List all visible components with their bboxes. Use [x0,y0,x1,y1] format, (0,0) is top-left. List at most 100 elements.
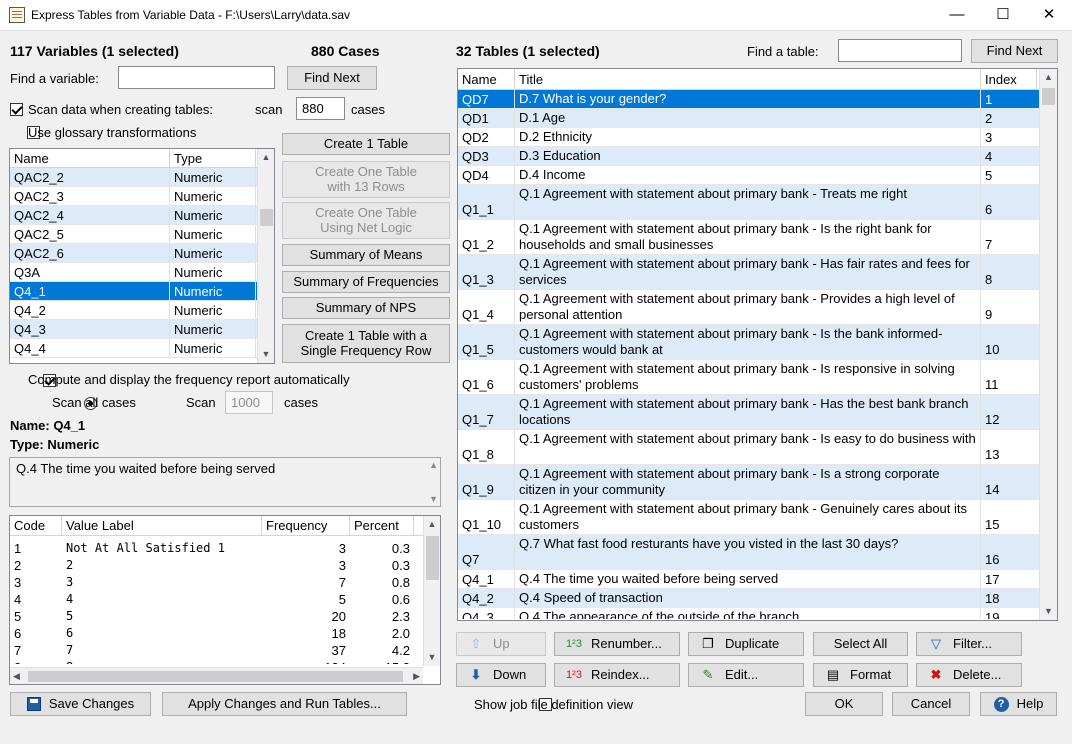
table-index-cell: 12 [985,412,1000,427]
table-row[interactable]: Q1_10 Q.1 Agreement with statement about … [458,500,1057,535]
table-name-cell: Q1_3 [458,255,515,289]
scroll-up-icon[interactable]: ▲ [258,149,274,166]
table-row[interactable]: Q4_2 Q.4 Speed of transaction 18 [458,589,1057,608]
freq-scroll-down-icon[interactable]: ▼ [424,649,440,666]
show-job-label: Show job file definition view [474,697,633,712]
table-row[interactable]: Q1_6 Q.1 Agreement with statement about p… [458,360,1057,395]
variable-list-scrollbar[interactable]: ▲ ▼ [257,149,274,363]
renumber-button[interactable]: 1²3 Renumber... [554,632,680,656]
scroll-thumb[interactable] [260,209,273,226]
tables-scroll-down-icon[interactable]: ▼ [1040,603,1057,620]
table-row[interactable]: QD1 D.1 Age 2 [458,109,1057,128]
tables-col-title[interactable]: Title [515,69,981,89]
description-scroll-down-icon[interactable]: ▼ [429,494,438,504]
maximize-button[interactable]: ☐ [980,0,1026,31]
up-label: Up [493,635,510,651]
table-name-cell: QD4 [458,166,515,184]
variable-row[interactable]: Q4_3 Numeric [10,320,274,339]
freq-scroll-left-icon[interactable]: ◀ [13,671,20,682]
save-changes-button[interactable]: Save Changes [10,692,151,716]
table-row[interactable]: Q1_5 Q.1 Agreement with statement about p… [458,325,1057,360]
frequency-report[interactable]: Code Value Label Frequency Percent 1 Not … [9,515,441,685]
freq-hscroll-thumb[interactable] [28,671,403,682]
table-row[interactable]: Q4_3 Q.4 The appearance of the outside of… [458,608,1057,619]
freq-code-cell: 1 [14,541,22,556]
find-table-input[interactable] [838,39,962,62]
scan-count-input[interactable] [296,97,345,120]
minimize-button[interactable]: — [934,0,980,31]
summary-frequencies-button[interactable]: Summary of Frequencies [282,271,450,293]
create-one-table-net-button[interactable]: Create One Table Using Net Logic [282,202,450,239]
table-row[interactable]: QD7 D.7 What is your gender? 1 [458,90,1057,109]
variable-list[interactable]: Name Type QAC2_2 Numeric QAC2_3 Numeric QAC2… [9,148,275,364]
find-variable-input[interactable] [118,66,275,89]
table-row[interactable]: QD2 D.2 Ethnicity 3 [458,128,1057,147]
scroll-down-icon[interactable]: ▼ [258,346,274,363]
description-scroll-up-icon[interactable]: ▲ [429,460,438,470]
freq-scroll-up-icon[interactable]: ▲ [424,516,440,533]
single-frequency-row-button[interactable]: Create 1 Table with a Single Frequency R… [282,324,450,363]
table-row[interactable]: Q7 Q.7 What fast food resturants have you… [458,535,1057,570]
column-header-type[interactable]: Type [170,149,256,167]
delete-button[interactable]: ✖ Delete... [916,663,1022,687]
table-row[interactable]: Q1_8 Q.1 Agreement with statement about p… [458,430,1057,465]
table-row[interactable]: Q1_9 Q.1 Agreement with statement about p… [458,465,1057,500]
variable-row[interactable]: QAC2_3 Numeric [10,187,274,206]
freq-col-percent[interactable]: Percent [350,516,414,535]
freq-col-label[interactable]: Value Label [62,516,262,535]
down-button[interactable]: ⬇ Down [456,663,546,687]
variable-name-cell: Q4_3 [10,320,170,338]
freq-scroll-right-icon[interactable]: ▶ [413,671,420,682]
ok-button[interactable]: OK [805,692,883,716]
table-row[interactable]: Q1_1 Q.1 Agreement with statement about p… [458,185,1057,220]
edit-button[interactable]: ✎ Edit... [688,663,804,687]
summary-means-button[interactable]: Summary of Means [282,244,450,266]
table-row[interactable]: Q1_4 Q.1 Agreement with statement about p… [458,290,1057,325]
help-button[interactable]: ? Help [980,692,1057,716]
up-button[interactable]: ⇧ Up [456,632,546,656]
table-row[interactable]: QD4 D.4 Income 5 [458,166,1057,185]
find-variable-next-button[interactable]: Find Next [287,66,377,90]
variable-row[interactable]: Q4_1 Numeric [10,282,274,301]
variable-row[interactable]: QAC2_6 Numeric [10,244,274,263]
variable-row[interactable]: Q3A Numeric [10,263,274,282]
tables-list-scrollbar[interactable]: ▲ ▼ [1039,69,1057,620]
summary-nps-button[interactable]: Summary of NPS [282,297,450,319]
tables-scroll-thumb[interactable] [1042,88,1055,105]
table-row[interactable]: Q1_7 Q.1 Agreement with statement about p… [458,395,1057,430]
tables-col-name[interactable]: Name [458,69,515,89]
freq-col-frequency[interactable]: Frequency [262,516,350,535]
frequency-report-scrollbar[interactable]: ▲ ▼ [423,516,440,666]
variable-row[interactable]: Q4_2 Numeric [10,301,274,320]
table-row[interactable]: QD3 D.3 Education 4 [458,147,1057,166]
table-row[interactable]: Q1_3 Q.1 Agreement with statement about p… [458,255,1057,290]
reindex-button[interactable]: 1²3 Reindex... [554,663,680,687]
apply-run-button[interactable]: Apply Changes and Run Tables... [162,692,407,716]
table-row[interactable]: Q4_1 Q.4 The time you waited before being… [458,570,1057,589]
scan-n-input[interactable] [225,391,273,414]
duplicate-button[interactable]: ❐ Duplicate [688,632,804,656]
column-header-name[interactable]: Name [10,149,170,167]
create-table-button[interactable]: Create 1 Table [282,133,450,155]
table-row[interactable]: Q1_2 Q.1 Agreement with statement about p… [458,220,1057,255]
create-one-table-rows-button[interactable]: Create One Table with 13 Rows [282,161,450,198]
variable-description-box[interactable]: Q.4 The time you waited before being ser… [9,457,441,507]
scan-data-checkbox[interactable] [10,103,23,116]
variable-row[interactable]: Q4_4 Numeric [10,339,274,358]
freq-label-cell: 2 [66,558,74,572]
variable-row[interactable]: QAC2_2 Numeric [10,168,274,187]
freq-col-code[interactable]: Code [10,516,62,535]
frequency-report-hscrollbar[interactable]: ◀ ▶ [10,667,423,684]
find-table-next-button[interactable]: Find Next [971,39,1058,63]
tables-list[interactable]: Name Title Index QD7 D.7 What is your gen… [457,68,1058,621]
filter-button[interactable]: ▽ Filter... [916,632,1022,656]
variable-row[interactable]: QAC2_5 Numeric [10,225,274,244]
tables-scroll-up-icon[interactable]: ▲ [1040,69,1057,86]
format-button[interactable]: ▤ Format [813,663,908,687]
freq-scroll-thumb[interactable] [426,536,439,580]
variable-row[interactable]: QAC2_4 Numeric [10,206,274,225]
select-all-button[interactable]: Select All [813,632,908,656]
cancel-button[interactable]: Cancel [892,692,970,716]
close-button[interactable]: ✕ [1026,0,1072,31]
tables-col-index[interactable]: Index [981,69,1037,89]
